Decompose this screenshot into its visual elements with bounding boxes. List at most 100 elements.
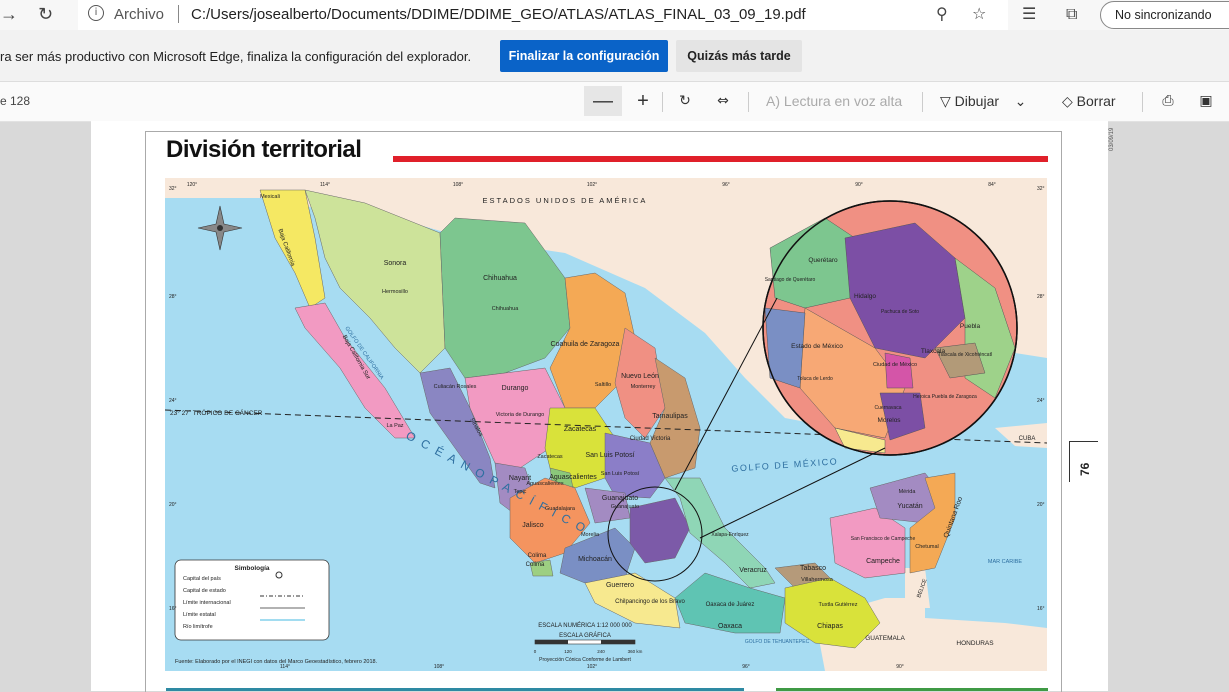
back-arrow-icon[interactable]: → — [0, 4, 18, 25]
zoom-in-icon[interactable]: + — [630, 86, 656, 116]
inset-label: Tlaxcala de Xicohténcatl — [938, 352, 992, 358]
read-aloud-button[interactable]: A) Lectura en voz alta — [766, 86, 911, 116]
inset-label: Pachuca de Soto — [881, 309, 919, 315]
country-label: ESTADOS UNIDOS DE AMÉRICA — [483, 196, 648, 205]
url-separator — [178, 5, 179, 23]
state-label: Guanajuato — [611, 504, 639, 510]
page-number-text: 76 — [1078, 462, 1092, 476]
latitude-label: 16° — [1037, 606, 1045, 612]
favorite-star-icon[interactable]: ☆ — [972, 4, 986, 23]
page-title: División territorial — [166, 136, 362, 163]
draw-button[interactable]: ▽ Dibujar ⌄ — [940, 86, 1050, 116]
maybe-later-button[interactable]: Quizás más tarde — [676, 40, 802, 72]
profile-button[interactable]: No sincronizando — [1100, 1, 1229, 29]
legend-item: Capital de estado — [183, 588, 226, 594]
info-message: ra ser más productivo con Microsoft Edge… — [0, 49, 472, 64]
latitude-label: 28° — [1037, 294, 1045, 300]
state-label: Michoacán — [578, 556, 612, 563]
state-label: Yucatán — [897, 503, 922, 510]
state-label: Aguascalientes — [526, 481, 564, 487]
scale-tick: 360 km — [628, 649, 643, 654]
url-text[interactable]: C:/Users/josealberto/Documents/DDIME/DDI… — [191, 6, 806, 23]
print-icon[interactable]: ⎙ — [1156, 86, 1180, 116]
state-label: La Paz — [386, 423, 403, 429]
inset-label: Heroica Puebla de Zaragoza — [913, 394, 977, 400]
finish-setup-button[interactable]: Finalizar la configuración — [500, 40, 668, 72]
latitude-label: 24° — [169, 398, 177, 404]
state-label: San Luis Potosí — [585, 452, 634, 459]
state-label: Saltillo — [595, 382, 611, 388]
state-label: Oaxaca de Juárez — [706, 602, 755, 608]
latitude-label: 32° — [1037, 186, 1045, 192]
read-aloud-icon: A — [766, 93, 776, 109]
longitude-label: 108° — [453, 182, 463, 188]
state-label: Oaxaca — [718, 623, 742, 630]
tropic-label: 23° 27´ TRÓPICO DE CÁNCER — [170, 408, 263, 417]
state-label: Guerrero — [606, 582, 634, 589]
erase-button[interactable]: ◇ Borrar — [1062, 86, 1132, 116]
legend-item: Capital del país — [183, 576, 221, 582]
state-label: Zacatecas — [564, 426, 597, 433]
longitude-label: 108° — [434, 664, 444, 670]
info-icon[interactable]: i — [88, 5, 104, 21]
state-label: Hermosillo — [382, 289, 408, 295]
state-label: Aguascalientes — [549, 474, 597, 481]
guatemala-label: GUATEMALA — [865, 635, 905, 642]
info-bar: ra ser más productivo con Microsoft Edge… — [0, 30, 1229, 82]
toolbar-divider — [922, 92, 923, 112]
state-label: Chiapas — [817, 623, 843, 630]
caribbean-label: MAR CARIBE — [988, 559, 1023, 565]
inset-cdmx — [884, 352, 914, 389]
mexico-map: ESTADOS UNIDOS DE AMÉRICAGOLFO DE MÉXICO… — [165, 178, 1047, 671]
inset-label: Toluca de Lerdo — [797, 376, 833, 382]
toolbar-divider — [748, 92, 749, 112]
fit-page-icon[interactable]: ⇔ — [710, 86, 736, 116]
reading-list-icon[interactable]: ☰ — [1022, 4, 1036, 23]
longitude-label: 102° — [587, 664, 597, 670]
state-label: Durango — [502, 385, 529, 392]
state-label: Chilpancingo de los Bravo — [615, 599, 685, 605]
state-label: Colima — [528, 553, 547, 559]
state-label: Tuxtla Gutiérrez — [819, 602, 858, 608]
state-label: Tepic — [514, 489, 527, 495]
title-red-bar — [393, 156, 1048, 162]
scale-tick: 240 — [597, 649, 605, 654]
read-aloud-label: Lectura en voz alta — [783, 93, 903, 109]
state-label: Guanajuato — [602, 495, 638, 502]
rotate-icon[interactable]: ↻ — [672, 86, 698, 116]
longitude-label: 96° — [722, 182, 730, 188]
inset-label: Puebla — [960, 323, 981, 330]
toolbar-divider — [1142, 92, 1143, 112]
state-label: Morelia — [581, 532, 600, 538]
state-label: Victoria de Durango — [496, 412, 545, 418]
longitude-label: 90° — [855, 182, 863, 188]
state-label: Guadalajara — [545, 506, 576, 512]
state-label: Mexicali — [260, 194, 280, 200]
erase-label: Borrar — [1076, 93, 1116, 109]
refresh-icon[interactable]: ↻ — [38, 4, 53, 25]
tehuantepec-label: GOLFO DE TEHUANTEPEC — [745, 639, 810, 645]
state-label: Villahermosa — [801, 577, 834, 583]
state-label: San Francisco de Campeche — [851, 536, 916, 542]
save-icon[interactable]: ▣ — [1194, 86, 1218, 116]
legend-item: Límite estatal — [183, 612, 216, 618]
chevron-down-icon[interactable]: ⌄ — [1015, 94, 1027, 110]
draw-label: Dibujar — [954, 93, 1000, 109]
state-label: Coahuila de Zaragoza — [551, 341, 620, 348]
latitude-label: 24° — [1037, 398, 1045, 404]
latitude-label: 28° — [169, 294, 177, 300]
profile-label: No sincronizando — [1115, 8, 1212, 22]
projection-label: Proyección Cónica Conforme de Lambert — [539, 657, 631, 663]
state-label: Zacatecas — [537, 454, 563, 460]
state-label: Mérida — [899, 489, 917, 495]
eraser-icon: ◇ — [1062, 94, 1073, 110]
address-bar: → ↻ i Archivo C:/Users/josealberto/Docum… — [0, 0, 1229, 30]
page-number: 76 — [1069, 441, 1098, 482]
zoom-icon[interactable]: ⚲ — [936, 4, 948, 23]
zoom-out-icon[interactable]: — — [584, 86, 622, 116]
state-label: Tamaulipas — [652, 413, 688, 420]
legend-item: Río limítrofe — [183, 624, 213, 630]
inset-label: Morelos — [877, 417, 901, 424]
collections-icon[interactable]: ⧉ — [1066, 4, 1077, 24]
pdf-toolbar: e 128 — + ↻ ⇔ A) Lectura en voz alta ▽ D… — [0, 82, 1229, 122]
